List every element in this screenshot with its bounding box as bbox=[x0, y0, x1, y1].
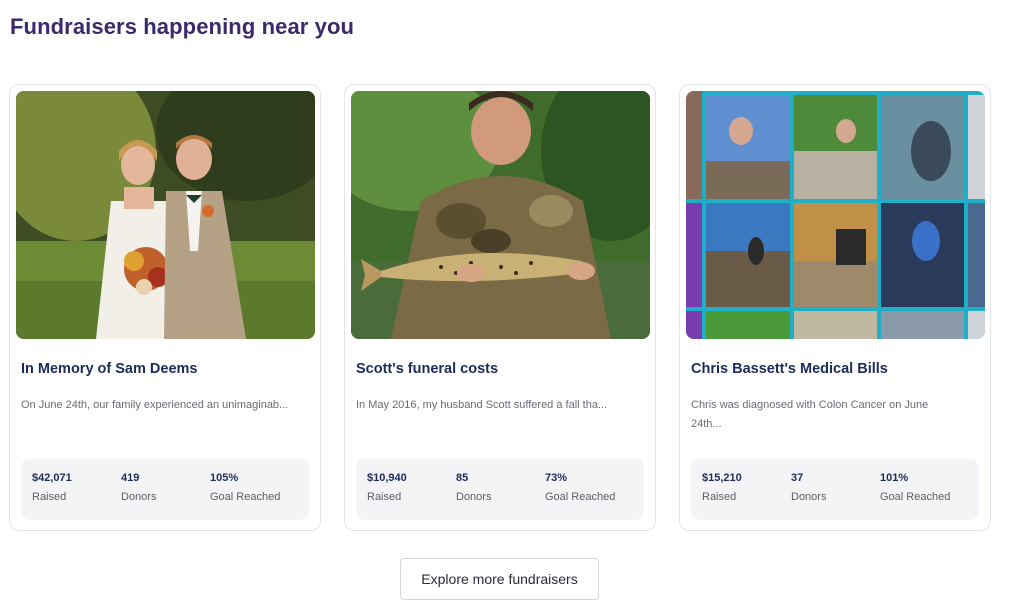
stat-goal-label: Goal Reached bbox=[880, 491, 951, 503]
explore-more-button[interactable]: Explore more fundraisers bbox=[400, 558, 599, 600]
stat-donors-value: 419 bbox=[121, 472, 140, 484]
stat-raised-label: Raised bbox=[702, 491, 737, 503]
section-title: Fundraisers happening near you bbox=[10, 14, 355, 39]
fundraiser-stats: $15,210 Raised 37 Donors 101% Goal Reach… bbox=[691, 459, 979, 520]
fundraiser-title[interactable]: In Memory of Sam Deems bbox=[21, 361, 197, 377]
fundraiser-image-fishing[interactable] bbox=[351, 91, 650, 339]
fundraiser-image-collage[interactable] bbox=[686, 91, 985, 339]
fundraiser-stats: $10,940 Raised 85 Donors 73% Goal Reache… bbox=[356, 459, 644, 520]
stat-raised: $10,940 Raised bbox=[367, 472, 407, 503]
stat-goal-value: 101% bbox=[880, 472, 909, 484]
stat-donors: 419 Donors bbox=[121, 472, 156, 503]
stat-raised: $15,210 Raised bbox=[702, 472, 742, 503]
stat-goal: 73% Goal Reached bbox=[545, 472, 615, 503]
stat-raised-label: Raised bbox=[367, 491, 402, 503]
fundraiser-title[interactable]: Chris Bassett's Medical Bills bbox=[691, 361, 888, 377]
stat-donors-label: Donors bbox=[456, 491, 492, 503]
stat-donors: 85 Donors bbox=[456, 472, 491, 503]
stat-raised-label: Raised bbox=[32, 491, 67, 503]
stat-goal: 105% Goal Reached bbox=[210, 472, 280, 503]
fundraiser-image-wedding[interactable] bbox=[16, 91, 315, 339]
fundraiser-description: In May 2016, my husband Scott suffered a… bbox=[356, 399, 608, 411]
stat-raised: $42,071 Raised bbox=[32, 472, 72, 503]
fundraiser-card[interactable]: In Memory of Sam Deems On June 24th, our… bbox=[9, 84, 321, 531]
fundraiser-title[interactable]: Scott's funeral costs bbox=[356, 361, 498, 377]
fundraiser-description: On June 24th, our family experienced an … bbox=[21, 399, 289, 411]
stat-goal-value: 105% bbox=[210, 472, 239, 484]
stat-goal-label: Goal Reached bbox=[545, 491, 616, 503]
stat-donors-label: Donors bbox=[121, 491, 157, 503]
stat-donors-value: 85 bbox=[456, 472, 469, 484]
stat-goal: 101% Goal Reached bbox=[880, 472, 950, 503]
stat-raised-value: $42,071 bbox=[32, 472, 72, 484]
stat-raised-value: $10,940 bbox=[367, 472, 407, 484]
stat-raised-value: $15,210 bbox=[702, 472, 742, 484]
stat-donors-label: Donors bbox=[791, 491, 827, 503]
stat-goal-value: 73% bbox=[545, 472, 568, 484]
stat-donors: 37 Donors bbox=[791, 472, 826, 503]
stat-donors-value: 37 bbox=[791, 472, 804, 484]
fundraiser-description: Chris was diagnosed with Colon Cancer on… bbox=[691, 399, 929, 430]
fundraiser-stats: $42,071 Raised 419 Donors 105% Goal Reac… bbox=[21, 459, 309, 520]
fundraiser-card-list: In Memory of Sam Deems On June 24th, our… bbox=[9, 84, 991, 531]
fundraiser-card[interactable]: Scott's funeral costs In May 2016, my hu… bbox=[344, 84, 656, 531]
fundraiser-card[interactable]: Chris Bassett's Medical Bills Chris was … bbox=[679, 84, 991, 531]
stat-goal-label: Goal Reached bbox=[210, 491, 281, 503]
